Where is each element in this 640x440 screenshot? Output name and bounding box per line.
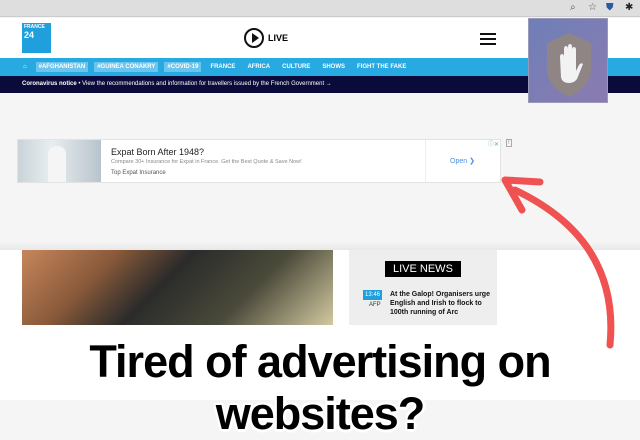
- promo-caption: Tired of advertising on websites?: [89, 336, 551, 439]
